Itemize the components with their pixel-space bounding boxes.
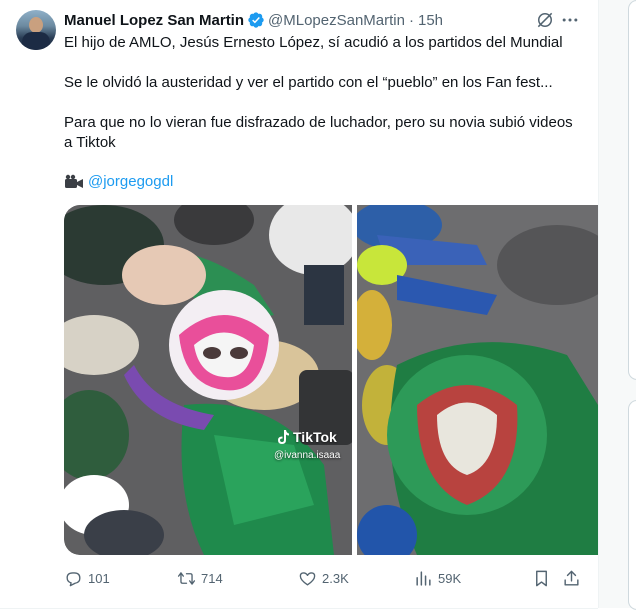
- separator-dot: ·: [408, 11, 414, 29]
- action-bar: 101 714 2.3K 59K: [64, 568, 584, 588]
- like-count: 2.3K: [322, 570, 349, 586]
- video-thumbnail-left[interactable]: TikTok @ivanna.isaaa: [64, 205, 352, 555]
- reply-icon: [66, 571, 81, 586]
- video-frame: [64, 205, 352, 555]
- tweet[interactable]: Manuel Lopez San Martin @MLopezSanMartin…: [0, 0, 598, 609]
- tweet-header: Manuel Lopez San Martin @MLopezSanMartin…: [64, 10, 443, 30]
- sidebar-card-edge: [628, 0, 636, 380]
- bookmark-icon: [536, 570, 547, 586]
- verified-badge-icon: [248, 12, 264, 28]
- reply-button[interactable]: 101: [64, 568, 110, 588]
- views-button[interactable]: 59K: [414, 568, 461, 588]
- share-icon: [564, 570, 579, 586]
- tiktok-username: @ivanna.isaaa: [274, 450, 341, 461]
- avatar[interactable]: [16, 10, 56, 50]
- sidebar-card-edge: [628, 400, 636, 610]
- tiktok-brand: TikTok: [293, 429, 337, 445]
- like-button[interactable]: 2.3K: [298, 568, 349, 588]
- tweet-paragraph: Se le olvidó la austeridad y ver el part…: [64, 74, 553, 91]
- tiktok-icon: [278, 430, 289, 444]
- media-grid[interactable]: TikTok @ivanna.isaaa: [64, 205, 598, 555]
- retweet-icon: [177, 571, 196, 585]
- share-button[interactable]: [562, 568, 586, 588]
- tweet-text: El hijo de AMLO, Jesús Ernesto López, sí…: [64, 33, 584, 153]
- timestamp[interactable]: 15h: [418, 12, 443, 29]
- video-frame: [357, 205, 598, 555]
- display-name[interactable]: Manuel Lopez San Martin: [64, 12, 244, 29]
- more-icon[interactable]: [560, 10, 580, 30]
- mention-link[interactable]: @jorgegogdl: [88, 172, 173, 192]
- reply-count: 101: [88, 570, 110, 586]
- like-icon: [299, 571, 316, 586]
- views-icon: [416, 570, 431, 586]
- mention-line: @jorgegogdl: [64, 172, 173, 192]
- camera-icon: [65, 174, 83, 188]
- video-thumbnail-right[interactable]: [357, 205, 598, 555]
- tweet-paragraph: Para que no lo vieran fue disfrazado de …: [64, 114, 573, 151]
- grok-icon[interactable]: [535, 10, 555, 30]
- repost-button[interactable]: 714: [177, 568, 223, 588]
- handle[interactable]: @MLopezSanMartin: [268, 12, 405, 29]
- views-count: 59K: [438, 570, 462, 586]
- repost-count: 714: [201, 570, 223, 586]
- bookmark-button[interactable]: [532, 568, 556, 588]
- tweet-paragraph: El hijo de AMLO, Jesús Ernesto López, sí…: [64, 34, 563, 51]
- tiktok-watermark: TikTok: [276, 429, 337, 445]
